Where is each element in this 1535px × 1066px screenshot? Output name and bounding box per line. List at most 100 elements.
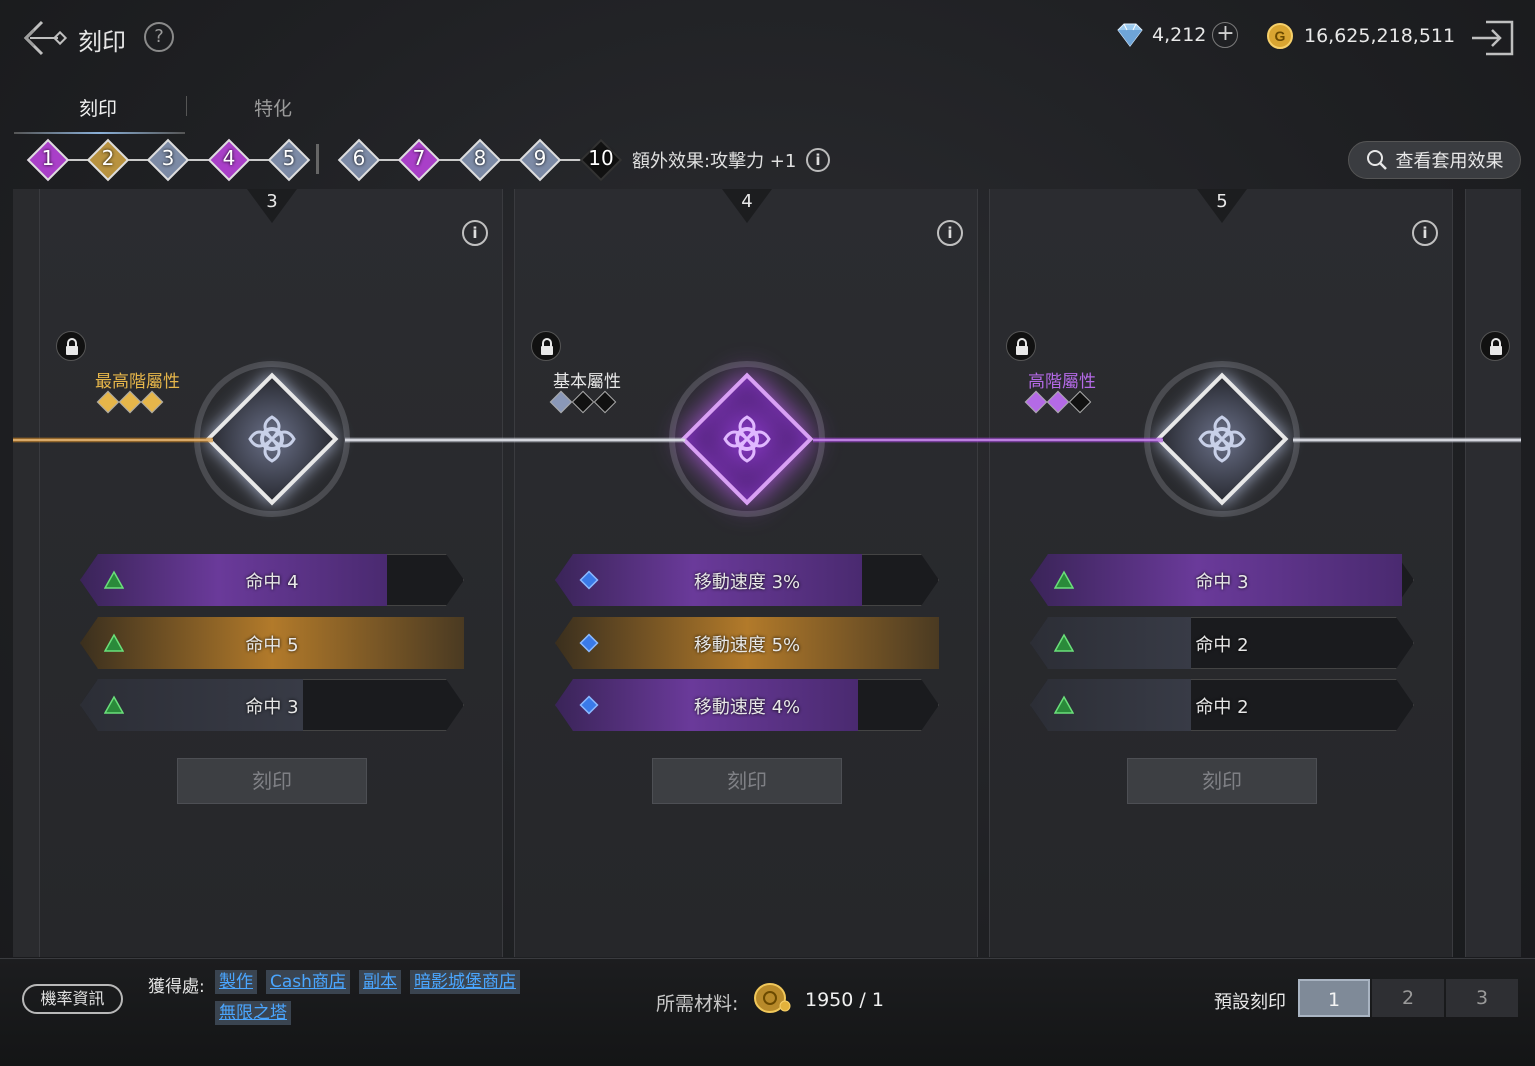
slot-number-text: 3 — [266, 191, 278, 212]
header: 刻印 ? 4,212 + G 16,625,218,511 — [0, 0, 1535, 75]
level-gem-number: 9 — [533, 146, 547, 170]
celtic-knot-icon — [723, 415, 771, 463]
active-tab-underline — [14, 132, 185, 134]
bonus-effect-text: 額外效果:攻擊力 +1 — [632, 151, 797, 172]
preset-label: 預設刻印 — [1214, 992, 1286, 1013]
level-gem-number: 5 — [282, 146, 296, 170]
stat-row: 命中 5 — [80, 617, 464, 669]
engrave-button[interactable]: 刻印 — [1127, 758, 1317, 804]
gold-amount: 16,625,218,511 — [1304, 25, 1456, 47]
stat-text: 命中 5 — [245, 635, 299, 656]
card-edge-right — [1465, 189, 1521, 957]
question-icon[interactable]: ? — [144, 22, 174, 52]
tab-specialize[interactable]: 特化 — [254, 94, 292, 121]
level-gem-number: 2 — [101, 146, 115, 170]
card-edge-left — [13, 189, 39, 957]
bonus-info-icon[interactable]: i — [806, 148, 830, 172]
source-link-craft[interactable]: 製作 — [215, 970, 257, 994]
stat-row: 命中 2 — [1030, 679, 1414, 731]
diamond-currency: 4,212 + — [1114, 22, 1239, 48]
card-info-icon[interactable]: i — [937, 220, 963, 246]
preset-button-2[interactable]: 2 — [1372, 979, 1444, 1017]
grade-gems — [549, 390, 617, 414]
grade-gem-icon — [1068, 390, 1092, 414]
grade-label: 最高階屬性 — [95, 372, 180, 392]
engrave-card: 4 i 基本屬性移動速度 3% 移動速度 5% 移動速度 4% 刻印 — [514, 189, 978, 957]
footer: 機率資訊 獲得處: 製作 Cash商店 副本 暗影城堡商店 無限之塔 所需材料:… — [0, 958, 1535, 1066]
preset-button-3[interactable]: 3 — [1446, 979, 1518, 1017]
source-link-dungeon[interactable]: 副本 — [359, 970, 401, 994]
engrave-button[interactable]: 刻印 — [177, 758, 367, 804]
grade-gems — [96, 390, 164, 414]
page-title: 刻印 — [78, 28, 126, 56]
stat-text: 命中 3 — [1195, 572, 1249, 593]
lock-icon[interactable] — [1480, 331, 1510, 361]
grade-label: 基本屬性 — [553, 372, 621, 392]
material-label: 所需材料: — [656, 993, 739, 1015]
grade-gem-icon — [1024, 390, 1048, 414]
back-button[interactable] — [20, 16, 68, 60]
engrave-button[interactable]: 刻印 — [652, 758, 842, 804]
source-link-infinite-tower[interactable]: 無限之塔 — [215, 1001, 291, 1025]
card-slot-number: 5 — [1197, 189, 1247, 229]
exit-icon — [1472, 20, 1514, 56]
lock-icon[interactable] — [1006, 331, 1036, 361]
tab-bar: 刻印 特化 — [14, 86, 434, 136]
lock-icon[interactable] — [531, 331, 561, 361]
stat-row: 移動速度 3% — [555, 554, 939, 606]
exit-button[interactable] — [1468, 16, 1518, 60]
stat-row: 移動速度 5% — [555, 617, 939, 669]
slot-number-text: 4 — [741, 191, 753, 212]
add-diamond-button[interactable]: + — [1212, 22, 1239, 48]
obtain-label: 獲得處: — [148, 977, 205, 997]
engrave-emblem[interactable] — [1142, 359, 1302, 519]
grade-gem-icon — [593, 390, 617, 414]
back-arrow-icon — [23, 20, 68, 56]
card-slot-number: 4 — [722, 189, 772, 229]
view-set-effect-button[interactable]: 查看套用效果 — [1348, 141, 1521, 179]
level-gem-number: 3 — [161, 146, 175, 170]
probability-info-button[interactable]: 機率資訊 — [22, 984, 123, 1014]
emblem-connector-line — [345, 437, 685, 443]
diamond-amount: 4,212 — [1152, 24, 1207, 46]
tab-divider — [186, 96, 187, 116]
diamond-icon — [1117, 23, 1143, 47]
grade-gem-icon — [96, 390, 120, 414]
card-slot-number: 3 — [247, 189, 297, 229]
gold-currency: G 16,625,218,511 — [1266, 22, 1455, 50]
card-info-icon[interactable]: i — [462, 220, 488, 246]
engrave-card: 5 i 高階屬性命中 3 命中 2 命中 2 刻印 — [989, 189, 1453, 957]
svg-text:G: G — [1275, 28, 1286, 44]
grade-gem-icon — [571, 390, 595, 414]
gold-coin-icon: G — [1267, 23, 1293, 49]
engrave-emblem[interactable] — [667, 359, 827, 519]
stat-text: 移動速度 4% — [693, 697, 801, 718]
grade-label: 高階屬性 — [1028, 372, 1096, 392]
tab-engrave[interactable]: 刻印 — [79, 94, 117, 121]
engrave-level-track: 1 2 3 4 5 6 7 8 9 10 — [14, 138, 634, 182]
stat-row: 移動速度 4% — [555, 679, 939, 731]
card-info-icon[interactable]: i — [1412, 220, 1438, 246]
stat-text: 命中 2 — [1195, 697, 1249, 718]
emblem-connector-line — [13, 437, 213, 443]
material-stone-icon — [752, 981, 792, 1015]
level-group-divider — [316, 144, 319, 174]
celtic-knot-icon — [248, 415, 296, 463]
celtic-knot-icon — [1198, 415, 1246, 463]
engrave-cards-area: 5 i 高階屬性命中 3 命中 2 命中 2 刻印 4 i 基本屬性移動速度 3% 移動速度 5%… — [13, 189, 1521, 957]
grade-gem-icon — [1046, 390, 1070, 414]
grade-gem-icon — [118, 390, 142, 414]
stat-text: 命中 4 — [245, 572, 299, 593]
engrave-emblem[interactable] — [192, 359, 352, 519]
level-gem-number: 6 — [352, 146, 366, 170]
emblem-connector-line — [813, 437, 1163, 443]
source-link-shadow-castle-shop[interactable]: 暗影城堡商店 — [410, 970, 520, 994]
source-link-cash-shop[interactable]: Cash商店 — [266, 970, 350, 994]
stat-row: 命中 4 — [80, 554, 464, 606]
lock-icon[interactable] — [56, 331, 86, 361]
grade-gems — [1024, 390, 1092, 414]
stat-row: 命中 2 — [1030, 617, 1414, 669]
grade-gem-icon — [140, 390, 164, 414]
preset-button-1[interactable]: 1 — [1298, 979, 1370, 1017]
search-icon — [1366, 150, 1387, 170]
